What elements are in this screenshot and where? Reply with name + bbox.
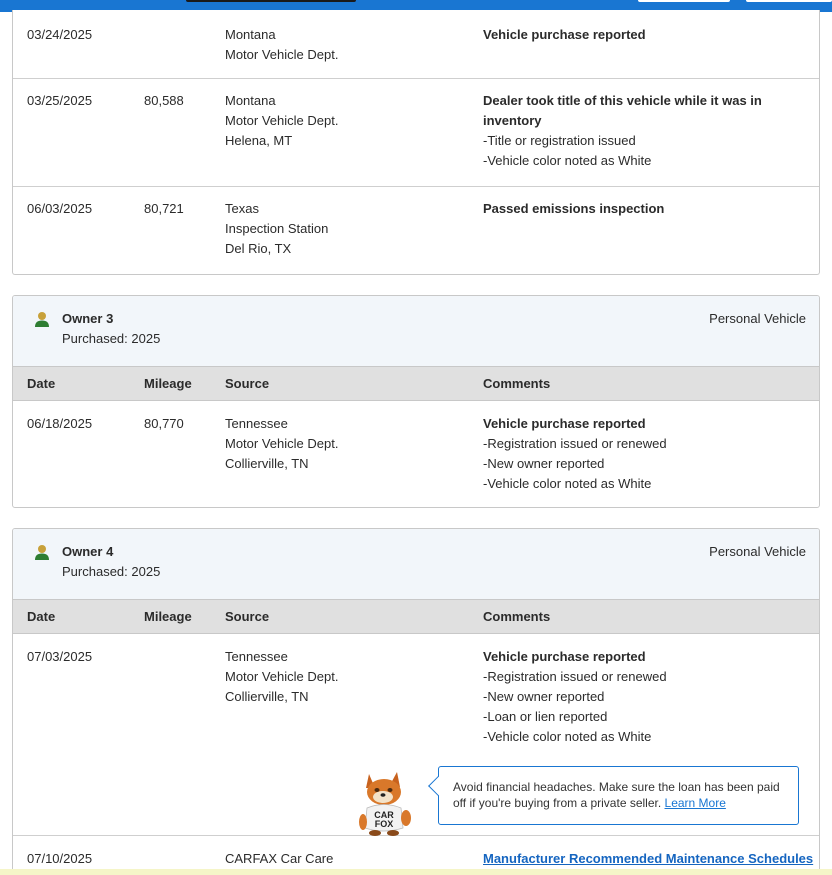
- date-cell: 06/03/2025: [27, 201, 93, 216]
- source-cell: Tennessee Motor Vehicle Dept. Colliervil…: [225, 414, 338, 474]
- source-line: Montana: [225, 27, 276, 42]
- person-icon: [35, 545, 49, 560]
- source-line: Texas: [225, 201, 259, 216]
- comment-bullet: Vehicle color noted as White: [483, 151, 813, 171]
- comment-cell: Passed emissions inspection: [483, 199, 813, 219]
- carfox-mascot-image: CAR FOX: [359, 772, 411, 836]
- nav-button[interactable]: [186, 0, 356, 2]
- callout-text: Avoid financial headaches. Make sure the…: [453, 780, 780, 810]
- mileage-cell: 80,770: [144, 416, 184, 431]
- nav-button[interactable]: [746, 0, 832, 2]
- comment-title: Vehicle purchase reported: [483, 416, 646, 431]
- col-header-source: Source: [225, 609, 270, 624]
- table-row: 03/24/2025 Montana Motor Vehicle Dept. V…: [13, 12, 819, 79]
- table-header: Date Mileage Source Comments: [13, 600, 819, 634]
- comment-bullet: Title or registration issued: [483, 131, 813, 151]
- source-line: Tennessee: [225, 649, 288, 664]
- owner-title: Owner 3: [62, 311, 114, 326]
- comment-cell: Manufacturer Recommended Maintenance Sch…: [483, 849, 818, 869]
- source-line: Del Rio, TX: [225, 241, 292, 256]
- comment-bullet: Loan or lien reported: [483, 707, 813, 727]
- col-header-mileage: Mileage: [144, 376, 192, 391]
- source-line: Motor Vehicle Dept.: [225, 669, 339, 684]
- comment-bullet: New owner reported: [483, 454, 813, 474]
- col-header-date: Date: [27, 609, 56, 624]
- source-line: Collierville, TN: [225, 456, 309, 471]
- table-header: Date Mileage Source Comments: [13, 367, 819, 401]
- source-cell: Texas Inspection Station Del Rio, TX: [225, 199, 328, 259]
- source-cell: Tennessee Motor Vehicle Dept. Colliervil…: [225, 647, 338, 707]
- mascot-shirt-text: FOX: [375, 819, 394, 829]
- person-icon: [35, 312, 49, 327]
- source-cell: Montana Motor Vehicle Dept. Helena, MT: [225, 91, 338, 151]
- date-cell: 07/03/2025: [27, 649, 93, 664]
- comment-bullet: Vehicle color noted as White: [483, 727, 813, 747]
- comment-cell: Vehicle purchase reported Registration i…: [483, 414, 813, 494]
- comment-title: inventory: [483, 113, 542, 128]
- owner-header: Owner 3 Purchased: 2025 Personal Vehicle: [13, 296, 819, 367]
- table-row: 03/25/2025 80,588 Montana Motor Vehicle …: [13, 79, 819, 187]
- source-line: Inspection Station: [225, 221, 329, 236]
- nav-button[interactable]: [638, 0, 730, 2]
- source-line: Tennessee: [225, 416, 288, 431]
- table-row: 06/03/2025 80,721 Texas Inspection Stati…: [13, 187, 819, 274]
- comment-bullet: New owner reported: [483, 687, 813, 707]
- comment-bullet: Registration issued or renewed: [483, 667, 813, 687]
- history-card-previous-owner: 03/24/2025 Montana Motor Vehicle Dept. V…: [12, 10, 820, 275]
- owner-vehicle-type: Personal Vehicle: [709, 544, 806, 559]
- comment-title: Vehicle purchase reported: [483, 649, 646, 664]
- source-cell: Montana Motor Vehicle Dept.: [225, 25, 338, 65]
- date-cell: 03/24/2025: [27, 27, 93, 42]
- comment-title: Dealer took title of this vehicle while …: [483, 93, 762, 108]
- source-line: Motor Vehicle Dept.: [225, 436, 339, 451]
- comment-bullet: Vehicle color noted as White: [483, 474, 813, 494]
- col-header-mileage: Mileage: [144, 609, 192, 624]
- maintenance-schedule-link[interactable]: Manufacturer Recommended Maintenance Sch…: [483, 851, 813, 866]
- date-cell: 07/10/2025: [27, 851, 93, 866]
- col-header-comments: Comments: [483, 609, 551, 624]
- source-line: Helena, MT: [225, 133, 293, 148]
- owner-purchased: Purchased: 2025: [62, 331, 161, 346]
- comment-bullet: Registration issued or renewed: [483, 434, 813, 454]
- col-header-source: Source: [225, 376, 270, 391]
- col-header-date: Date: [27, 376, 56, 391]
- source-line: Motor Vehicle Dept.: [225, 47, 339, 62]
- owner-vehicle-type: Personal Vehicle: [709, 311, 806, 326]
- bottom-banner-edge: [0, 869, 832, 875]
- comment-cell: Dealer took title of this vehicle while …: [483, 91, 813, 171]
- source-line: Collierville, TN: [225, 689, 309, 704]
- source-line: Montana: [225, 93, 276, 108]
- comment-cell: Vehicle purchase reported: [483, 25, 813, 45]
- owner-title: Owner 4: [62, 544, 114, 559]
- table-row: 06/18/2025 80,770 Tennessee Motor Vehicl…: [13, 401, 819, 507]
- learn-more-link[interactable]: Learn More: [665, 796, 726, 810]
- source-line: Motor Vehicle Dept.: [225, 113, 339, 128]
- owner-card-3: Owner 3 Purchased: 2025 Personal Vehicle…: [12, 295, 820, 508]
- source-cell: CARFAX Car Care: [225, 851, 334, 866]
- date-cell: 03/25/2025: [27, 93, 93, 108]
- comment-title: Vehicle purchase reported: [483, 27, 646, 42]
- comment-cell: Vehicle purchase reported Registration i…: [483, 647, 813, 747]
- comment-title: Passed emissions inspection: [483, 201, 665, 216]
- loan-tip-callout: Avoid financial headaches. Make sure the…: [428, 766, 799, 825]
- mileage-cell: 80,721: [144, 201, 184, 216]
- owner-header: Owner 4 Purchased: 2025 Personal Vehicle: [13, 529, 819, 600]
- mileage-cell: 80,588: [144, 93, 184, 108]
- col-header-comments: Comments: [483, 376, 551, 391]
- date-cell: 06/18/2025: [27, 416, 93, 431]
- owner-purchased: Purchased: 2025: [62, 564, 161, 579]
